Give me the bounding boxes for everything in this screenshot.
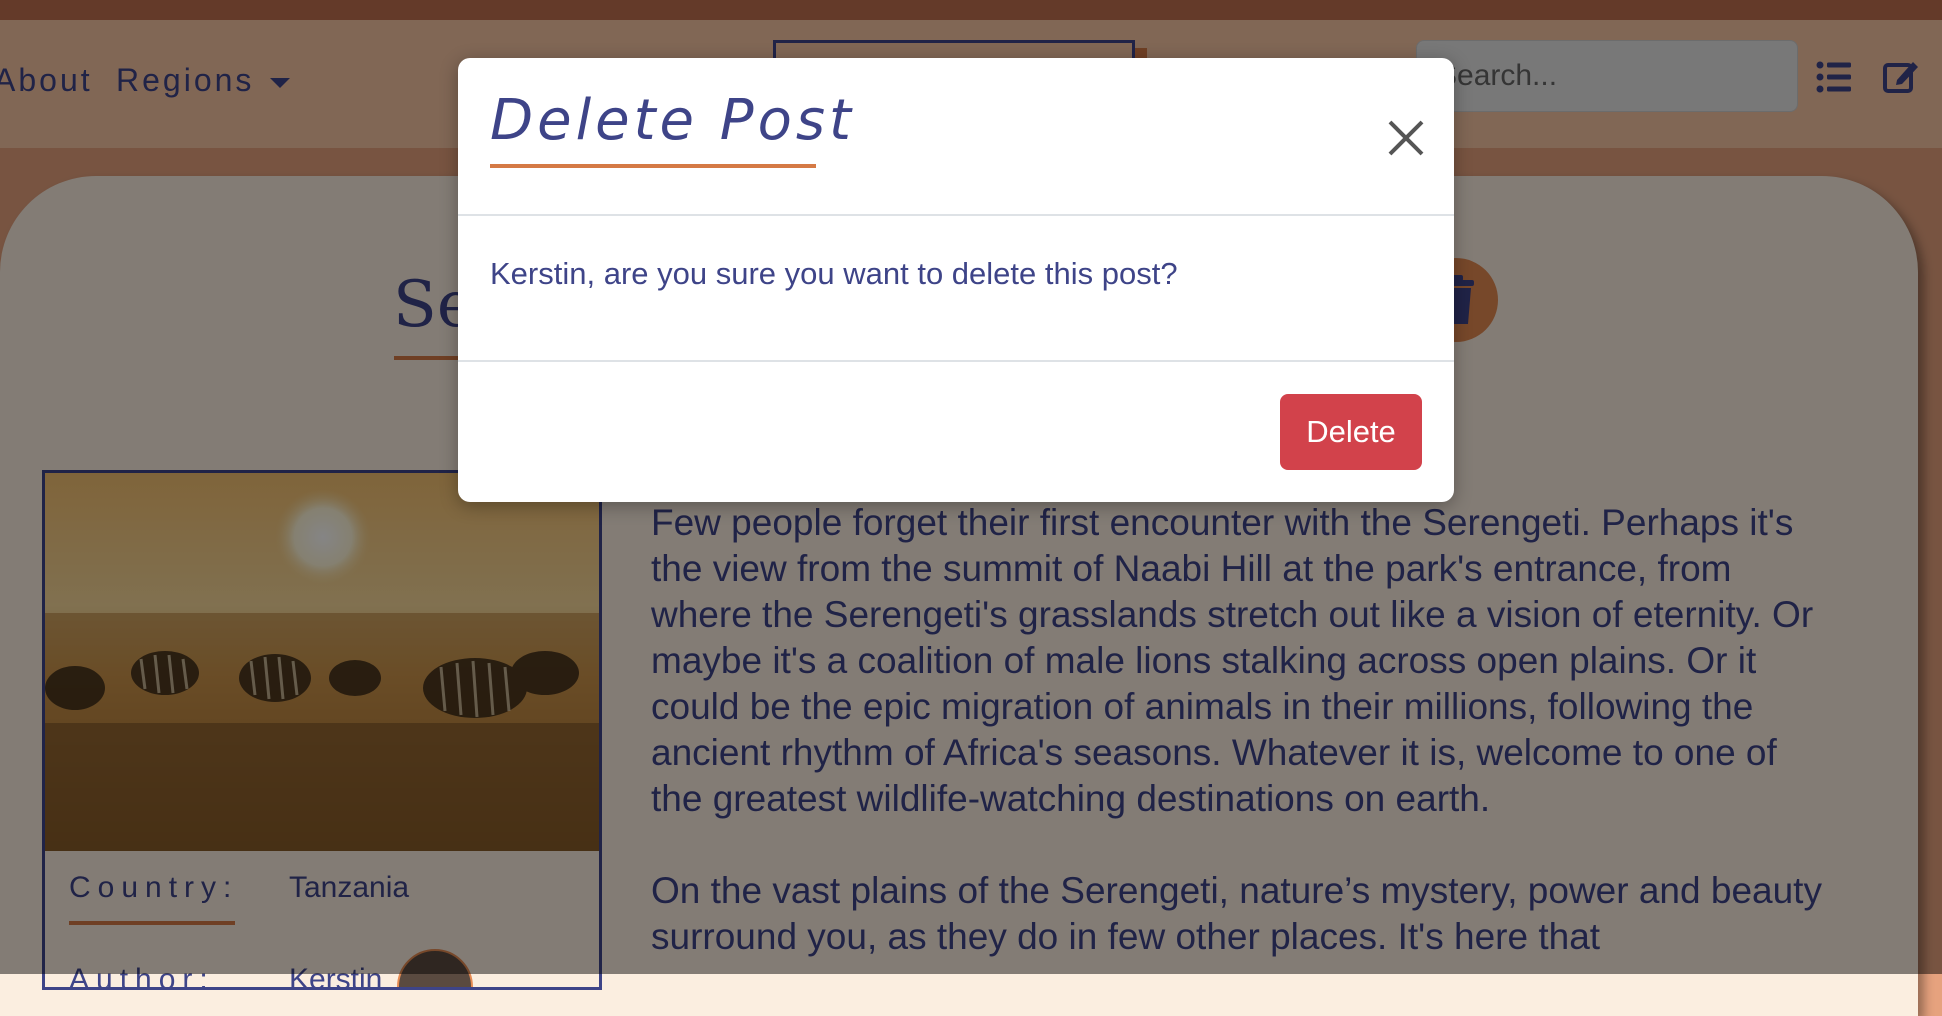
modal-title-underline bbox=[490, 164, 816, 168]
delete-post-modal: Delete Post Kerstin, are you sure you wa… bbox=[458, 58, 1454, 502]
modal-title: Delete Post bbox=[490, 88, 855, 153]
close-icon[interactable] bbox=[1384, 116, 1428, 160]
delete-confirmation-text: Kerstin, are you sure you want to delete… bbox=[490, 256, 1178, 291]
modal-body: Kerstin, are you sure you want to delete… bbox=[458, 216, 1454, 362]
confirm-delete-button[interactable]: Delete bbox=[1280, 394, 1422, 470]
modal-header: Delete Post bbox=[458, 58, 1454, 216]
